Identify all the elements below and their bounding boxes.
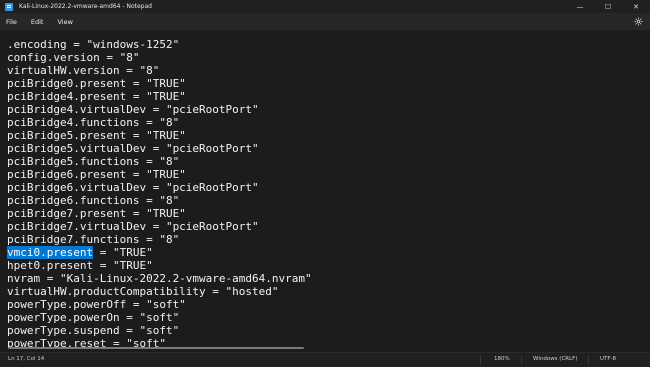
text-line-selected: vmci0.present = "TRUE" [7,246,153,259]
status-divider [521,356,522,364]
cursor-position: Ln 17, Col 14 [8,356,45,362]
menu-edit[interactable]: Edit [31,18,52,26]
text-line: pciBridge5.functions = "8" [7,155,180,168]
text-editor[interactable]: .encoding = "windows-1252" config.versio… [0,30,650,348]
window-title: Kali-Linux-2022.2-vmware-amd64 - Notepad [19,3,152,10]
text-line: pciBridge4.present = "TRUE" [7,90,186,103]
text-line: pciBridge4.functions = "8" [7,116,180,129]
horizontal-scrollbar[interactable] [8,347,304,349]
line-ending: Windows (CRLF) [533,356,578,362]
text-line: virtualHW.version = "8" [7,64,160,77]
text-line: .encoding = "windows-1252" [7,38,180,51]
text-line: pciBridge7.present = "TRUE" [7,207,186,220]
file-encoding: UTF-8 [600,356,617,362]
text-selection: vmci0.present [7,246,94,259]
text-line: pciBridge5.present = "TRUE" [7,129,186,142]
text-line: nvram = "Kali-Linux-2022.2-vmware-amd64.… [7,272,312,285]
menu-view[interactable]: View [57,18,80,26]
notepad-app-icon [5,2,13,11]
text-line-rest: = "TRUE" [93,246,153,259]
menu-file[interactable]: File [6,18,25,26]
text-line: powerType.powerOn = "soft" [7,311,180,324]
text-line: pciBridge0.present = "TRUE" [7,77,186,90]
title-bar: Kali-Linux-2022.2-vmware-amd64 - Notepad… [0,0,650,13]
settings-gear-icon[interactable] [633,16,644,27]
close-button[interactable]: ✕ [622,0,650,13]
status-divider [588,356,589,364]
text-line: pciBridge6.functions = "8" [7,194,180,207]
window-controls: — ☐ ✕ [566,0,650,13]
text-line: pciBridge7.functions = "8" [7,233,180,246]
minimize-button[interactable]: — [566,0,594,13]
text-line: pciBridge5.virtualDev = "pcieRootPort" [7,142,259,155]
text-line: pciBridge7.virtualDev = "pcieRootPort" [7,220,259,233]
text-line: pciBridge6.present = "TRUE" [7,168,186,181]
text-line: config.version = "8" [7,51,140,64]
text-line: virtualHW.productCompatibility = "hosted… [7,285,279,298]
status-bar: Ln 17, Col 14 180% Windows (CRLF) UTF-8 [0,352,650,367]
menu-bar: File Edit View [0,13,650,30]
text-line: hpet0.present = "TRUE" [7,259,153,272]
text-line: pciBridge4.virtualDev = "pcieRootPort" [7,103,259,116]
text-line: pciBridge6.virtualDev = "pcieRootPort" [7,181,259,194]
text-line: powerType.powerOff = "soft" [7,298,186,311]
zoom-level: 180% [494,356,510,362]
status-divider [480,356,481,364]
maximize-button[interactable]: ☐ [594,0,622,13]
text-line: powerType.suspend = "soft" [7,324,180,337]
